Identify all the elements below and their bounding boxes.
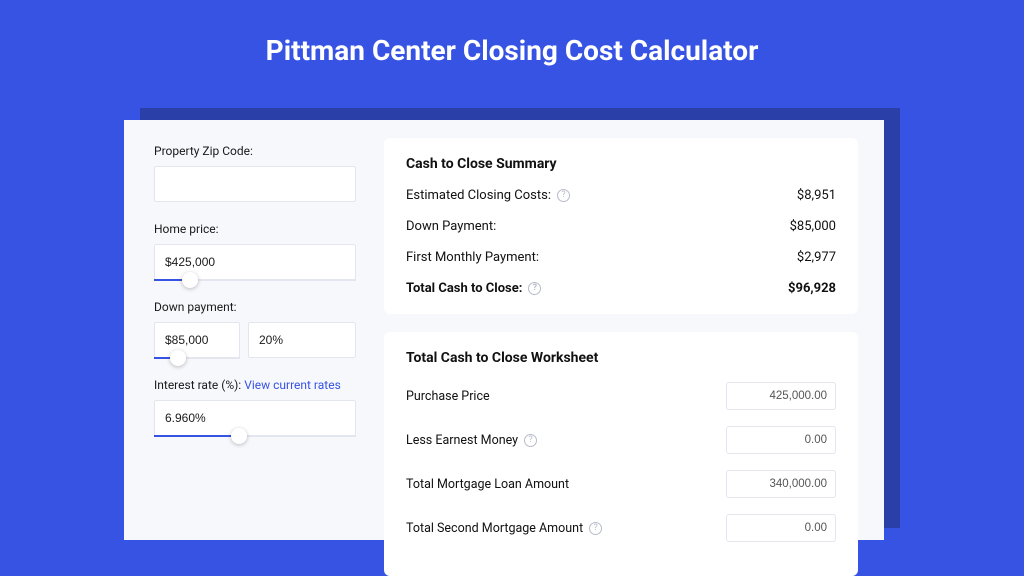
ws-label-text: Purchase Price [406, 389, 490, 404]
down-payment-slider[interactable] [154, 322, 240, 358]
ws-input[interactable] [726, 426, 836, 454]
help-icon[interactable]: ? [589, 522, 602, 535]
summary-row-closing-costs: Estimated Closing Costs: ? $8,951 [406, 188, 836, 203]
worksheet-row-purchase-price: Purchase Price [406, 382, 836, 410]
row-label-text: Down Payment: [406, 219, 496, 234]
home-price-slider[interactable] [154, 244, 356, 280]
slider-thumb[interactable] [170, 350, 186, 366]
worksheet-card: Total Cash to Close Worksheet Purchase P… [384, 332, 858, 576]
results-column: Cash to Close Summary Estimated Closing … [374, 120, 884, 540]
ws-input[interactable] [726, 514, 836, 542]
summary-row-down-payment: Down Payment: $85,000 [406, 219, 836, 234]
ws-input[interactable] [726, 382, 836, 410]
slider-thumb[interactable] [231, 428, 247, 444]
zip-input[interactable] [154, 166, 356, 202]
inputs-column: Property Zip Code: Home price: Down paym… [124, 120, 374, 540]
summary-title: Cash to Close Summary [406, 156, 836, 172]
summary-row-monthly-payment: First Monthly Payment: $2,977 [406, 250, 836, 265]
row-value: $85,000 [790, 219, 836, 234]
worksheet-row-earnest-money: Less Earnest Money ? [406, 426, 836, 454]
ws-label-text: Total Second Mortgage Amount [406, 521, 583, 536]
page-title: Pittman Center Closing Cost Calculator [0, 0, 1024, 93]
home-price-field: Home price: [154, 222, 356, 280]
worksheet-row-mortgage-amount: Total Mortgage Loan Amount [406, 470, 836, 498]
interest-rate-field: Interest rate (%): View current rates [154, 378, 356, 436]
down-payment-label: Down payment: [154, 300, 356, 314]
row-value: $8,951 [797, 188, 836, 203]
row-value: $96,928 [788, 281, 836, 296]
down-payment-pct-input[interactable] [248, 322, 356, 358]
down-payment-field: Down payment: [154, 300, 356, 358]
zip-field: Property Zip Code: [154, 144, 356, 202]
interest-rate-label-text: Interest rate (%): [154, 378, 244, 392]
ws-input[interactable] [726, 470, 836, 498]
worksheet-row-second-mortgage: Total Second Mortgage Amount ? [406, 514, 836, 542]
worksheet-title: Total Cash to Close Worksheet [406, 350, 836, 366]
home-price-label: Home price: [154, 222, 356, 236]
interest-rate-label: Interest rate (%): View current rates [154, 378, 356, 392]
ws-label-text: Less Earnest Money [406, 433, 518, 448]
help-icon[interactable]: ? [524, 434, 537, 447]
help-icon[interactable]: ? [557, 189, 570, 202]
ws-label-text: Total Mortgage Loan Amount [406, 477, 569, 492]
row-label-text: Total Cash to Close: [406, 281, 522, 296]
row-label-text: Estimated Closing Costs: [406, 188, 551, 203]
summary-row-total: Total Cash to Close: ? $96,928 [406, 281, 836, 296]
row-value: $2,977 [797, 250, 836, 265]
view-rates-link[interactable]: View current rates [244, 378, 341, 392]
zip-label: Property Zip Code: [154, 144, 356, 158]
slider-fill [154, 435, 239, 437]
down-payment-input[interactable] [154, 322, 240, 358]
interest-rate-input[interactable] [154, 400, 356, 436]
summary-card: Cash to Close Summary Estimated Closing … [384, 138, 858, 314]
row-label-text: First Monthly Payment: [406, 250, 539, 265]
slider-thumb[interactable] [182, 272, 198, 288]
interest-rate-slider[interactable] [154, 400, 356, 436]
help-icon[interactable]: ? [528, 282, 541, 295]
calculator-panel: Property Zip Code: Home price: Down paym… [124, 120, 884, 540]
